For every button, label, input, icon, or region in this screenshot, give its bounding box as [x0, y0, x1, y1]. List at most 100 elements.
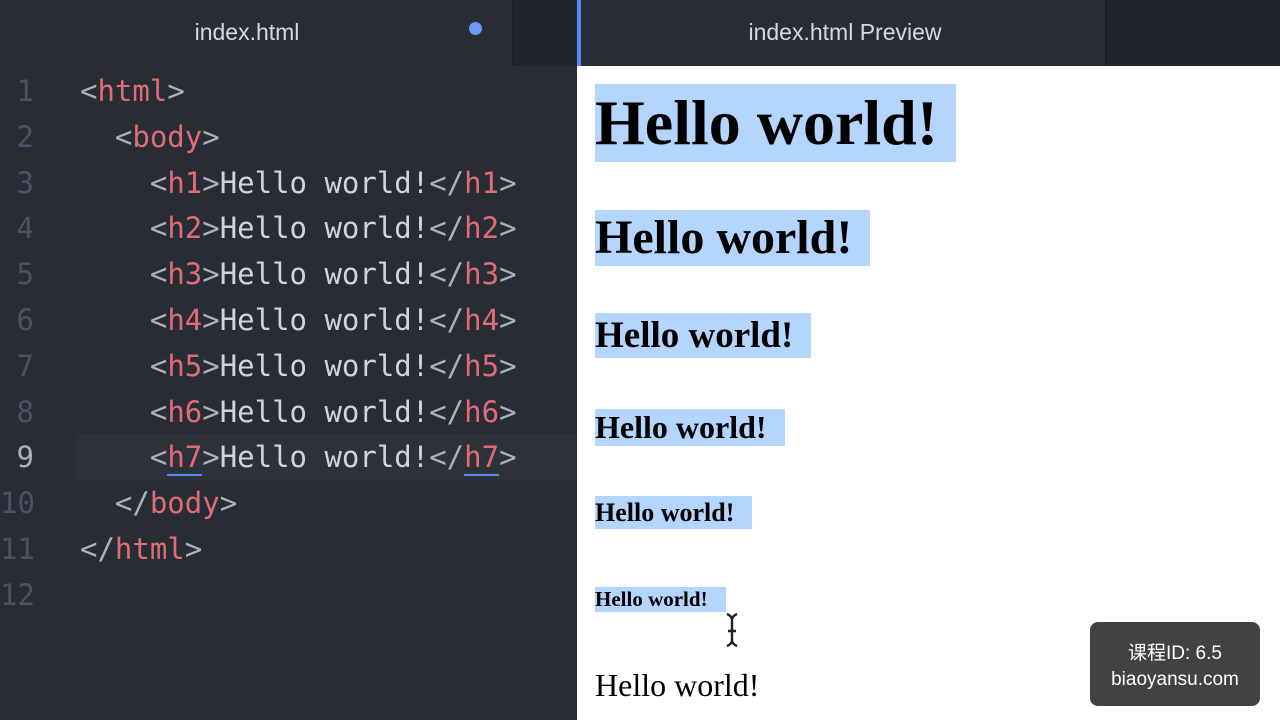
preview-pane[interactable]: index.html Preview Hello world! Hello wo…: [577, 0, 1280, 720]
code-line[interactable]: <html>: [80, 68, 185, 114]
code-line[interactable]: <h3>Hello world!</h3>: [80, 251, 517, 297]
code-tag-name: h4: [167, 303, 203, 337]
code-bracket: >: [499, 440, 517, 475]
line-number[interactable]: 9: [0, 434, 34, 480]
code-tag-name: h2: [464, 211, 500, 246]
code-tag-name: h7: [167, 440, 203, 477]
code-line[interactable]: </html>: [80, 526, 202, 572]
preview-tab-title: index.html Preview: [748, 19, 942, 45]
watermark-badge: 课程ID: 6.5 biaoyansu.com: [1090, 622, 1260, 706]
code-bracket: </: [80, 532, 115, 566]
line-number[interactable]: 7: [0, 343, 34, 389]
code-text: Hello world!: [219, 303, 430, 337]
watermark-course-id: 课程ID: 6.5: [1128, 643, 1222, 664]
line-number[interactable]: 6: [0, 297, 34, 343]
code-tag-name: h6: [464, 394, 500, 429]
code-bracket: >: [202, 257, 220, 292]
editor-tab-bar: index.html: [0, 0, 577, 66]
code-area[interactable]: 1 <html> 2 <body> 3 <h1>Hello world!</h1> 4 …: [0, 66, 577, 720]
code-line[interactable]: <body>: [80, 114, 220, 160]
code-line[interactable]: <h2>Hello world!</h2>: [80, 205, 517, 251]
code-bracket: >: [499, 211, 517, 246]
code-text: Hello world!: [219, 257, 430, 292]
code-tag-name: h7: [464, 440, 500, 477]
code-tag-name: html: [97, 74, 168, 108]
line-number[interactable]: 12: [0, 572, 35, 618]
code-bracket: >: [219, 486, 238, 521]
tab-title: index.html: [194, 19, 300, 45]
code-text: Hello world!: [219, 348, 430, 383]
line-number[interactable]: 10: [0, 480, 35, 526]
line-number[interactable]: 8: [0, 389, 34, 435]
tab-index-html[interactable]: index.html: [0, 0, 512, 66]
code-tag-name: html: [114, 532, 185, 566]
code-tag-name: h5: [464, 348, 500, 383]
tab-divider: [1105, 0, 1107, 66]
code-bracket: >: [202, 165, 220, 200]
preview-heading-h1: Hello world!: [595, 84, 957, 162]
code-bracket: </: [429, 394, 465, 429]
code-bracket: <: [149, 303, 168, 337]
code-bracket: </: [429, 303, 465, 337]
line-number[interactable]: 2: [0, 114, 34, 160]
code-bracket: </: [429, 440, 465, 475]
code-bracket: >: [202, 119, 220, 154]
code-bracket: </: [429, 211, 465, 246]
preview-heading-h3: Hello world!: [595, 313, 812, 358]
code-tag-name: h3: [464, 257, 500, 292]
code-text: Hello world!: [219, 440, 430, 475]
code-line[interactable]: <h4>Hello world!</h4>: [80, 297, 517, 343]
code-bracket: >: [499, 394, 517, 429]
code-bracket: </: [429, 165, 465, 200]
code-tag-name: h2: [167, 211, 203, 246]
code-tag-name: h5: [167, 348, 203, 383]
code-bracket: <: [80, 74, 98, 108]
code-bracket: >: [184, 532, 203, 566]
code-tag-name: h3: [167, 257, 203, 292]
code-tag-name: h1: [167, 165, 203, 200]
preview-heading-h2: Hello world!: [595, 210, 871, 266]
code-bracket: >: [499, 348, 517, 383]
code-editor-pane[interactable]: index.html 1 <html> 2 <body> 3 <h1>Hello wo…: [0, 0, 577, 720]
code-text: Hello world!: [219, 165, 430, 200]
text-cursor-icon: [726, 612, 738, 648]
code-bracket: >: [202, 394, 220, 429]
line-number[interactable]: 1: [0, 68, 34, 114]
code-bracket: <: [114, 119, 133, 154]
preview-heading-h5: Hello world!: [595, 496, 753, 529]
code-bracket: >: [202, 303, 220, 337]
watermark-site: biaoyansu.com: [1111, 669, 1239, 690]
code-tag-name: body: [132, 119, 203, 154]
code-tag-name: h6: [167, 394, 203, 429]
code-bracket: <: [149, 440, 168, 475]
tab-divider: [512, 0, 514, 66]
line-number[interactable]: 3: [0, 160, 34, 206]
code-bracket: >: [202, 440, 220, 475]
code-bracket: >: [167, 74, 185, 108]
code-bracket: >: [499, 303, 517, 337]
code-line[interactable]: </body>: [80, 480, 237, 526]
modified-indicator-icon[interactable]: [469, 22, 482, 35]
line-number[interactable]: 11: [0, 526, 35, 572]
code-bracket: </: [114, 486, 150, 521]
code-line[interactable]: <h6>Hello world!</h6>: [80, 389, 517, 435]
code-line[interactable]: <h7>Hello world!</h7>: [80, 434, 517, 480]
code-tag-name: h1: [464, 165, 500, 200]
code-line[interactable]: <h1>Hello world!</h1>: [80, 160, 517, 206]
code-text: Hello world!: [219, 394, 430, 429]
code-bracket: <: [149, 257, 168, 292]
code-bracket: <: [149, 211, 168, 246]
code-line[interactable]: <h5>Hello world!</h5>: [80, 343, 517, 389]
preview-heading-h6: Hello world!: [595, 587, 726, 612]
line-number[interactable]: 5: [0, 251, 34, 297]
tab-index-html-preview[interactable]: index.html Preview: [577, 0, 1105, 66]
line-number[interactable]: 4: [0, 205, 34, 251]
preview-heading-h4: Hello world!: [595, 409, 785, 446]
